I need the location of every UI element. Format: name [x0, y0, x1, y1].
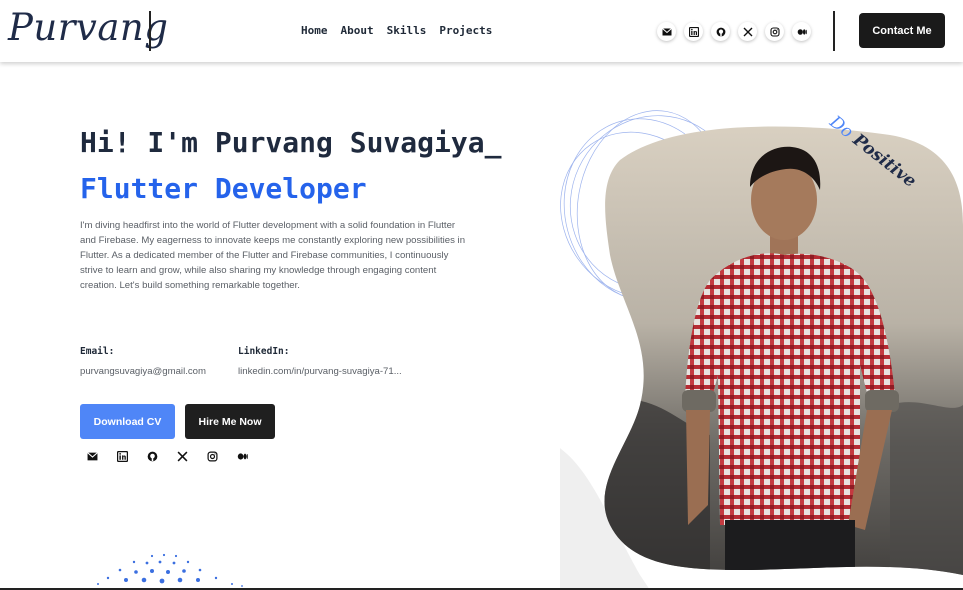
nav-home[interactable]: Home — [301, 24, 328, 37]
nav-about[interactable]: About — [341, 24, 374, 37]
medium-icon[interactable] — [235, 449, 249, 463]
medium-icon[interactable] — [792, 22, 811, 41]
hire-me-button[interactable]: Hire Me Now — [185, 404, 275, 439]
mail-icon[interactable] — [85, 449, 99, 463]
email-label: Email: — [80, 346, 115, 357]
download-cv-button[interactable]: Download CV — [80, 404, 175, 439]
hero-bio: I'm diving headfirst into the world of F… — [80, 220, 466, 291]
linkedin-label: LinkedIn: — [238, 346, 290, 357]
x-icon[interactable] — [175, 449, 189, 463]
nav-skills[interactable]: Skills — [387, 24, 427, 37]
header-social-links — [657, 22, 811, 41]
hero-role: Flutter Developer — [80, 172, 367, 205]
contact-me-button[interactable]: Contact Me — [859, 13, 945, 48]
linkedin-icon[interactable] — [684, 22, 703, 41]
instagram-icon[interactable] — [765, 22, 784, 41]
nav-projects[interactable]: Projects — [439, 24, 492, 37]
header-divider — [149, 11, 151, 51]
linkedin-value[interactable]: linkedin.com/in/purvang-suvagiya-71... — [238, 366, 402, 377]
linkedin-icon[interactable] — [115, 449, 129, 463]
github-icon[interactable] — [145, 449, 159, 463]
logo[interactable]: Purvang — [8, 6, 168, 49]
dotted-decoration — [97, 553, 243, 587]
hero-social-links — [85, 449, 249, 463]
github-icon[interactable] — [711, 22, 730, 41]
mail-icon[interactable] — [657, 22, 676, 41]
x-icon[interactable] — [738, 22, 757, 41]
email-value[interactable]: purvangsuvagiya@gmail.com — [80, 366, 206, 377]
hero-greeting: Hi! I'm Purvang Suvagiya_ — [80, 126, 502, 159]
main-nav: Home About Skills Projects — [301, 24, 492, 37]
header-divider-right — [833, 11, 835, 51]
instagram-icon[interactable] — [205, 449, 219, 463]
site-header: Purvang Home About Skills Projects Conta… — [0, 0, 963, 62]
